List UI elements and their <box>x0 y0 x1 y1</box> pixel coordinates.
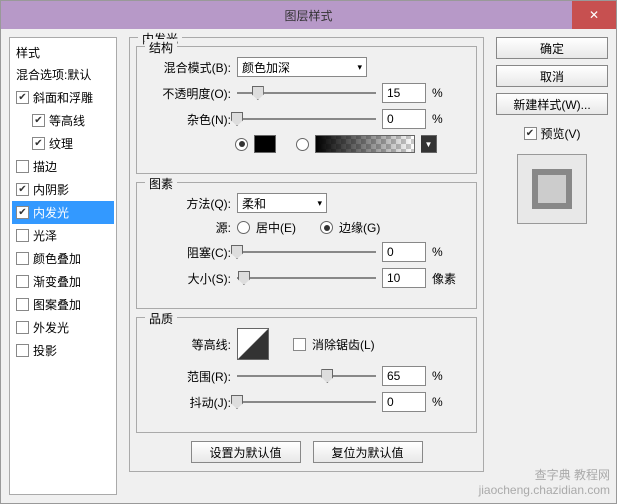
quality-group: 品质 等高线: 消除锯齿(L) 范围(R): % <box>136 317 477 433</box>
set-default-button[interactable]: 设置为默认值 <box>191 441 301 463</box>
watermark: 查字典 教程网 jiaocheng.chazidian.com <box>479 468 610 497</box>
elements-legend: 图素 <box>145 175 177 192</box>
choke-slider[interactable] <box>237 243 376 261</box>
sidebar-item-satin[interactable]: 光泽 <box>12 224 114 247</box>
range-label: 范围(R): <box>151 368 231 385</box>
choke-unit: % <box>432 245 462 259</box>
source-center-label: 居中(E) <box>256 219 296 236</box>
jitter-slider[interactable] <box>237 393 376 411</box>
color-radio[interactable] <box>235 138 248 151</box>
main-panel: 内发光 结构 混合模式(B): 颜色加深▾ 不透明度(O): % <box>125 37 488 495</box>
sidebar-item-gradient-overlay[interactable]: 渐变叠加 <box>12 270 114 293</box>
color-swatch[interactable] <box>254 135 276 153</box>
range-slider[interactable] <box>237 367 376 385</box>
size-input[interactable] <box>382 268 426 288</box>
checkbox-icon[interactable] <box>32 137 45 150</box>
sidebar-item-outer-glow[interactable]: 外发光 <box>12 316 114 339</box>
opacity-slider[interactable] <box>237 84 376 102</box>
new-style-button[interactable]: 新建样式(W)... <box>496 93 608 115</box>
noise-input[interactable] <box>382 109 426 129</box>
preview-label: 预览(V) <box>541 125 581 142</box>
jitter-input[interactable] <box>382 392 426 412</box>
checkbox-icon[interactable] <box>16 206 29 219</box>
opacity-label: 不透明度(O): <box>151 85 231 102</box>
preview-inner <box>532 169 572 209</box>
blend-mode-select[interactable]: 颜色加深▾ <box>237 57 367 77</box>
quality-legend: 品质 <box>145 310 177 327</box>
right-panel: 确定 取消 新建样式(W)... 预览(V) <box>496 37 608 495</box>
antialias-checkbox[interactable] <box>293 338 306 351</box>
sidebar-item-color-overlay[interactable]: 颜色叠加 <box>12 247 114 270</box>
antialias-label: 消除锯齿(L) <box>312 336 375 353</box>
checkbox-icon[interactable] <box>16 344 29 357</box>
chevron-down-icon: ▾ <box>317 198 322 209</box>
sidebar-item-drop-shadow[interactable]: 投影 <box>12 339 114 362</box>
checkbox-icon[interactable] <box>16 183 29 196</box>
sidebar-header: 样式 <box>12 42 114 63</box>
sidebar-item-inner-shadow[interactable]: 内阴影 <box>12 178 114 201</box>
close-button[interactable]: ✕ <box>572 1 616 29</box>
checkbox-icon[interactable] <box>16 252 29 265</box>
reset-default-button[interactable]: 复位为默认值 <box>313 441 423 463</box>
technique-select[interactable]: 柔和▾ <box>237 193 327 213</box>
source-center-radio[interactable] <box>237 221 250 234</box>
opacity-unit: % <box>432 86 462 100</box>
ok-button[interactable]: 确定 <box>496 37 608 59</box>
styles-sidebar: 样式 混合选项:默认 斜面和浮雕 等高线 纹理 描边 内阴影 内发光 光泽 颜色… <box>9 37 117 495</box>
sidebar-item-inner-glow[interactable]: 内发光 <box>12 201 114 224</box>
size-unit: 像素 <box>432 270 462 287</box>
checkbox-icon[interactable] <box>32 114 45 127</box>
size-label: 大小(S): <box>151 270 231 287</box>
blend-mode-label: 混合模式(B): <box>151 59 231 76</box>
noise-label: 杂色(N): <box>151 111 231 128</box>
range-input[interactable] <box>382 366 426 386</box>
choke-input[interactable] <box>382 242 426 262</box>
jitter-unit: % <box>432 395 462 409</box>
chevron-down-icon: ▾ <box>357 62 362 73</box>
preview-thumbnail <box>517 154 587 224</box>
sidebar-item-pattern-overlay[interactable]: 图案叠加 <box>12 293 114 316</box>
panel-outer: 内发光 结构 混合模式(B): 颜色加深▾ 不透明度(O): % <box>129 37 484 472</box>
elements-group: 图素 方法(Q): 柔和▾ 源: 居中(E) 边缘(G) <box>136 182 477 309</box>
checkbox-icon[interactable] <box>16 321 29 334</box>
layer-style-dialog: 图层样式 ✕ 样式 混合选项:默认 斜面和浮雕 等高线 纹理 描边 内阴影 内发… <box>0 0 617 504</box>
structure-group: 结构 混合模式(B): 颜色加深▾ 不透明度(O): % 杂色 <box>136 46 477 174</box>
opacity-input[interactable] <box>382 83 426 103</box>
size-slider[interactable] <box>237 269 376 287</box>
source-edge-radio[interactable] <box>320 221 333 234</box>
cancel-button[interactable]: 取消 <box>496 65 608 87</box>
range-unit: % <box>432 369 462 383</box>
source-label: 源: <box>151 219 231 236</box>
checkbox-icon[interactable] <box>16 91 29 104</box>
gradient-radio[interactable] <box>296 138 309 151</box>
gradient-swatch[interactable] <box>315 135 415 153</box>
noise-slider[interactable] <box>237 110 376 128</box>
gradient-dropdown[interactable]: ▼ <box>421 135 437 153</box>
sidebar-item-stroke[interactable]: 描边 <box>12 155 114 178</box>
technique-label: 方法(Q): <box>151 195 231 212</box>
jitter-label: 抖动(J): <box>151 394 231 411</box>
checkbox-icon[interactable] <box>16 229 29 242</box>
close-icon: ✕ <box>589 8 599 22</box>
checkbox-icon[interactable] <box>16 160 29 173</box>
checkbox-icon[interactable] <box>16 275 29 288</box>
titlebar: 图层样式 ✕ <box>1 1 616 29</box>
window-title: 图层样式 <box>284 7 332 24</box>
noise-unit: % <box>432 112 462 126</box>
sidebar-item-bevel[interactable]: 斜面和浮雕 <box>12 86 114 109</box>
preview-checkbox-row[interactable]: 预览(V) <box>524 125 581 142</box>
sidebar-item-texture[interactable]: 纹理 <box>12 132 114 155</box>
contour-picker[interactable] <box>237 328 269 360</box>
sidebar-item-contour[interactable]: 等高线 <box>12 109 114 132</box>
source-edge-label: 边缘(G) <box>339 219 380 236</box>
checkbox-icon[interactable] <box>16 298 29 311</box>
structure-legend: 结构 <box>145 39 177 56</box>
preview-checkbox[interactable] <box>524 127 537 140</box>
sidebar-blend-options[interactable]: 混合选项:默认 <box>12 63 114 86</box>
choke-label: 阻塞(C): <box>151 244 231 261</box>
contour-label: 等高线: <box>151 336 231 353</box>
